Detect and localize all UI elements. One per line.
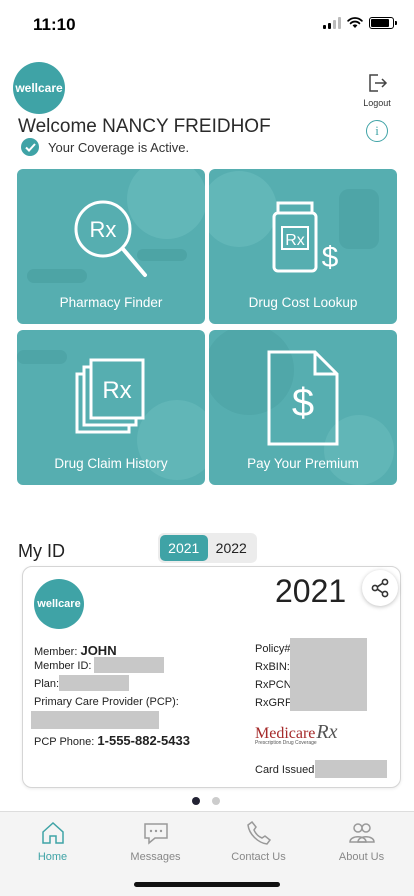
logout-button[interactable]: Logout [360,72,394,108]
member-label: Member: [34,646,78,658]
svg-text:Rx: Rx [102,377,131,404]
pcp-redacted [31,711,159,729]
status-bar: 11:10 [0,0,414,48]
pcp-phone-label: PCP Phone: [34,736,95,748]
plan-redacted [59,675,129,691]
tile-drug-claim-history[interactable]: Rx Drug Claim History [17,330,205,485]
tile-label: Pay Your Premium [247,456,359,471]
status-icons [323,17,397,29]
tile-label: Drug Cost Lookup [248,295,358,310]
card-issued-redacted [315,760,387,778]
card-pagination [192,797,220,805]
chat-bubble-icon [143,823,168,845]
pcp-phone-field: PCP Phone: 1-555-882-5433 [34,733,190,748]
coverage-status: Your Coverage is Active. [21,138,189,156]
share-button[interactable] [362,570,398,606]
page-dot-2[interactable] [212,797,220,805]
people-icon [348,823,375,843]
pcp-phone: 1-555-882-5433 [97,733,190,748]
nav-label: Messages [130,851,181,863]
nav-label: Home [37,851,68,863]
tile-label: Pharmacy Finder [59,295,163,310]
year-2021-button[interactable]: 2021 [160,535,208,561]
member-field: Member: JOHN [34,643,117,658]
nav-messages[interactable]: Messages [104,820,207,863]
stacked-rx-cards-icon: Rx [75,358,145,434]
battery-icon [369,17,397,29]
home-indicator [134,882,280,887]
tile-pay-your-premium[interactable]: $ Pay Your Premium [209,330,397,485]
nav-home[interactable]: Home [1,820,104,863]
nav-contact-us[interactable]: Contact Us [207,820,310,863]
logout-label: Logout [363,98,391,108]
my-id-heading: My ID [18,541,65,561]
document-dollar-icon: $ [267,350,339,446]
medicare-rx-logo: MedicareRx Prescription Drug Coverage [255,721,338,746]
nav-about-us[interactable]: About Us [310,820,413,863]
card-issued-label: Card Issued: [255,764,318,776]
plan-label: Plan: [34,678,60,690]
pcp-label: Primary Care Provider (PCP): [34,696,179,708]
wellcare-logo: wellcare [13,62,65,114]
rxbin-label: RxBIN: [255,661,290,673]
tile-pharmacy-finder[interactable]: Rx Pharmacy Finder [17,169,205,324]
info-icon[interactable]: i [366,120,388,142]
logo-text: wellcare [15,81,63,95]
check-circle-icon [21,138,39,156]
svg-text:Rx: Rx [90,217,117,242]
home-icon [41,821,64,844]
nav-label: About Us [338,851,385,863]
member-id-redacted [94,657,164,673]
member-name: JOHN [80,643,117,658]
welcome-heading: Welcome NANCY FREIDHOF [18,116,271,137]
signal-icon [323,17,341,29]
member-id-card[interactable]: wellcare 2021 Member: JOHN Member ID: Pl… [22,566,401,788]
rxpcn-label: RxPCN [255,679,292,691]
pill-bottle-rx-dollar-icon: Rx $ [272,201,339,274]
year-toggle: 2021 2022 [158,533,257,563]
policy-label: Policy# [255,643,291,655]
year-2022-button[interactable]: 2022 [208,535,256,561]
rx-info-redacted [290,638,367,711]
logo-text: wellcare [37,598,81,610]
member-id-label: Member ID: [34,660,92,672]
svg-text:Rx: Rx [285,232,305,249]
nav-label: Contact Us [231,851,286,863]
phone-icon [246,820,271,845]
tile-label: Drug Claim History [54,456,168,471]
svg-text:$: $ [322,241,339,274]
share-icon [371,578,389,598]
magnifier-rx-icon: Rx [74,200,147,277]
coverage-text: Your Coverage is Active. [48,139,190,155]
logout-icon [369,74,388,92]
wifi-icon [347,17,363,28]
card-wellcare-logo: wellcare [34,579,84,629]
card-year: 2021 [275,573,347,609]
status-time: 11:10 [33,15,76,34]
svg-text:$: $ [292,381,314,425]
tile-drug-cost-lookup[interactable]: Rx $ Drug Cost Lookup [209,169,397,324]
page-dot-1[interactable] [192,797,200,805]
